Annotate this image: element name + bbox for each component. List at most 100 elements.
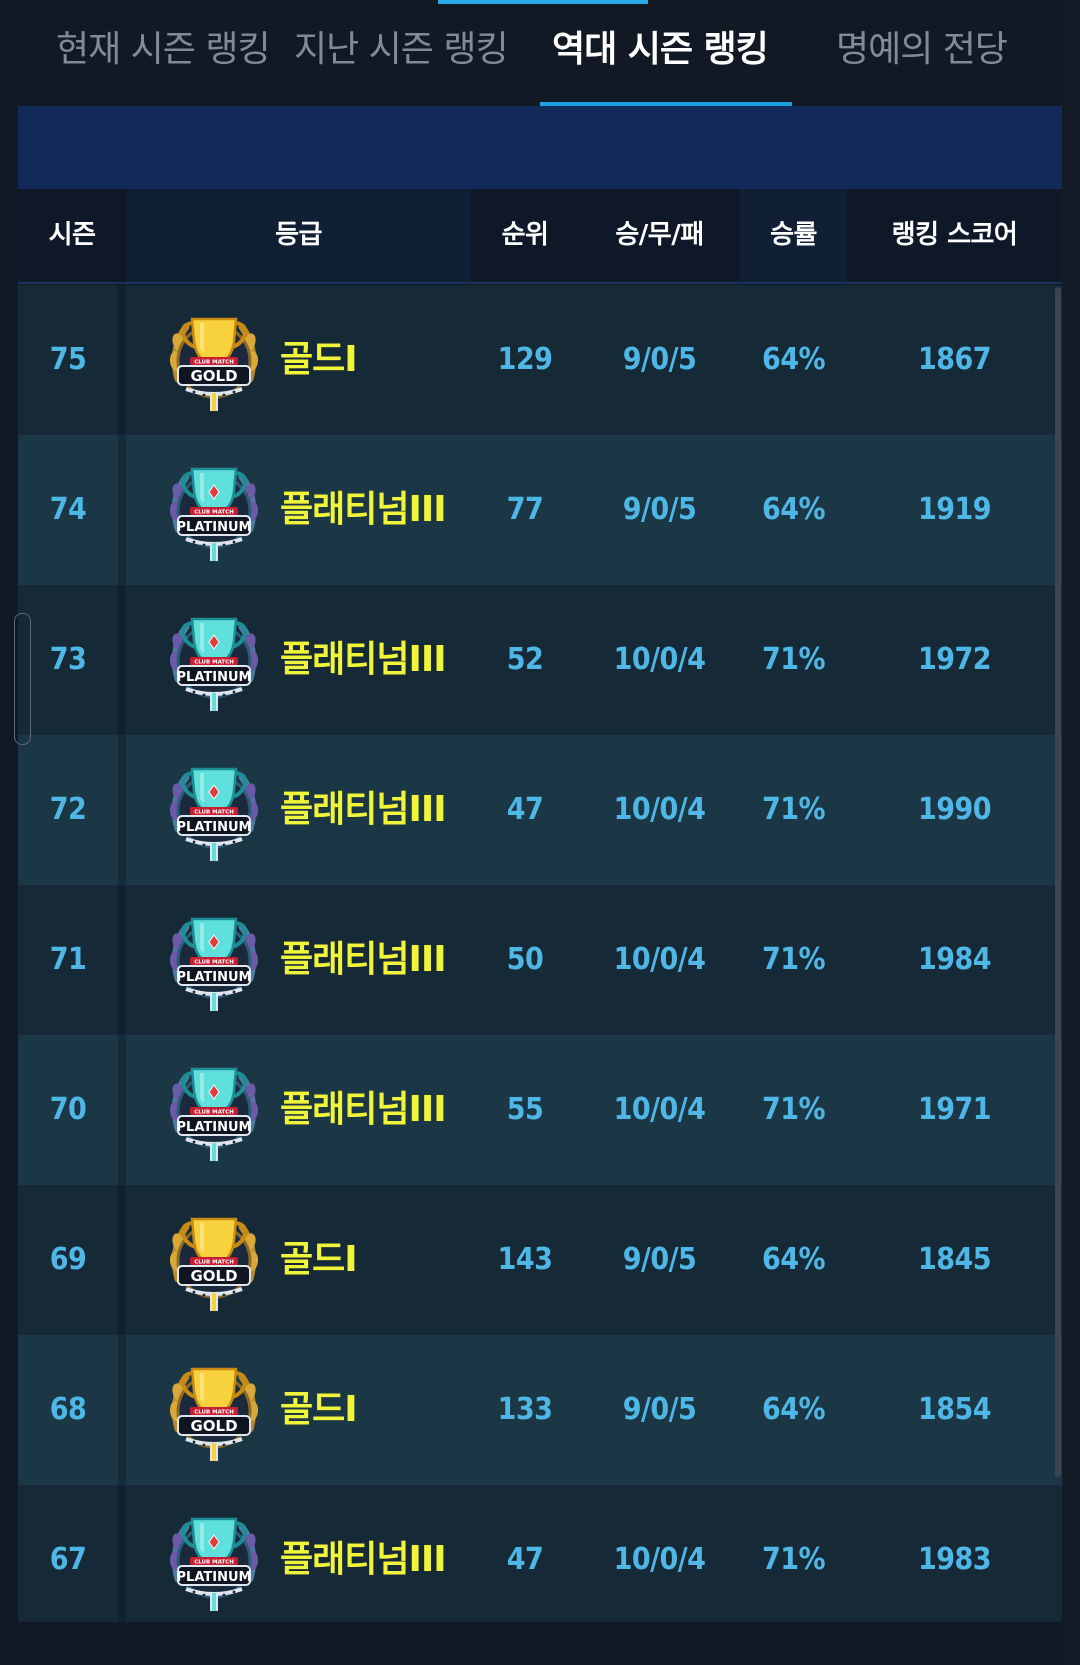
record-cell: 9/0/5 (622, 1392, 697, 1427)
badge-text: PLATINUM (177, 820, 252, 835)
badge-text: GOLD (190, 1267, 237, 1285)
header-season: 시즌 (48, 220, 96, 250)
record-cell: 10/0/4 (613, 942, 706, 977)
table-row: 67 CLUB MATCH PLATINUM 플래티넘III 47 10/0/4… (18, 1485, 1062, 1622)
badge-ribbon-text: CLUB MATCH (194, 660, 234, 666)
badge-ribbon-text: CLUB MATCH (194, 960, 234, 966)
platinum-badge-icon: CLUB MATCH PLATINUM (164, 1509, 264, 1613)
badge-text: PLATINUM (177, 520, 252, 535)
platinum-badge-icon: CLUB MATCH PLATINUM (164, 759, 264, 863)
grade-label: 플래티넘III (280, 1539, 447, 1580)
season-ranking-table: 시즌 등급 순위 승/무/패 승률 랭킹 스코어 75 CLUB MATCH G… (18, 189, 1062, 1622)
badge-ribbon-text: CLUB MATCH (194, 1410, 234, 1416)
score-cell: 1990 (917, 792, 992, 827)
badge-text: GOLD (190, 367, 237, 385)
table-header: 시즌 등급 순위 승/무/패 승률 랭킹 스코어 (18, 189, 1062, 284)
badge-ribbon-text: CLUB MATCH (194, 510, 234, 516)
season-cell: 74 (49, 492, 87, 527)
score-cell: 1972 (917, 642, 992, 677)
rank-cell: 77 (506, 492, 544, 527)
ranking-tabs: 현재 시즌 랭킹 지난 시즌 랭킹 역대 시즌 랭킹 명예의 전당 (0, 0, 1080, 108)
record-cell: 10/0/4 (613, 1092, 706, 1127)
score-cell: 1919 (917, 492, 992, 527)
table-row: 74 CLUB MATCH PLATINUM 플래티넘III 77 9/0/5 … (18, 435, 1062, 585)
badge-ribbon-text: CLUB MATCH (194, 1560, 234, 1566)
rank-cell: 47 (506, 792, 544, 827)
table-row: 71 CLUB MATCH PLATINUM 플래티넘III 50 10/0/4… (18, 885, 1062, 1035)
badge-ribbon-text: CLUB MATCH (194, 1260, 234, 1266)
header-banner (18, 106, 1062, 189)
score-cell: 1845 (917, 1242, 992, 1277)
table-row: 70 CLUB MATCH PLATINUM 플래티넘III 55 10/0/4… (18, 1035, 1062, 1185)
badge-ribbon-text: CLUB MATCH (194, 810, 234, 816)
rank-cell: 50 (506, 942, 544, 977)
season-cell: 67 (49, 1542, 87, 1577)
tab-all-seasons[interactable]: 역대 시즌 랭킹 (552, 20, 769, 80)
platinum-badge-icon: CLUB MATCH PLATINUM (164, 1059, 264, 1163)
table-body: 75 CLUB MATCH GOLD 골드I 129 9/0/5 64% 186… (18, 285, 1062, 1622)
season-cell: 69 (49, 1242, 87, 1277)
win-rate-cell: 64% (761, 1392, 826, 1427)
score-cell: 1983 (917, 1542, 992, 1577)
record-cell: 10/0/4 (613, 792, 706, 827)
season-cell: 71 (49, 942, 87, 977)
rank-cell: 133 (497, 1392, 553, 1427)
platinum-badge-icon: CLUB MATCH PLATINUM (164, 909, 264, 1013)
win-rate-cell: 64% (761, 342, 826, 377)
badge-text: GOLD (190, 1417, 237, 1435)
table-row: 75 CLUB MATCH GOLD 골드I 129 9/0/5 64% 186… (18, 285, 1062, 435)
platinum-badge-icon: CLUB MATCH PLATINUM (164, 609, 264, 713)
badge-ribbon-text: CLUB MATCH (194, 360, 234, 366)
season-cell: 70 (49, 1092, 87, 1127)
grade-label: 골드I (280, 339, 358, 380)
tab-hall-of-fame[interactable]: 명예의 전당 (836, 20, 1008, 80)
rank-cell: 143 (497, 1242, 553, 1277)
badge-text: PLATINUM (177, 1570, 252, 1585)
rank-cell: 52 (506, 642, 544, 677)
gold-badge-icon: CLUB MATCH GOLD (164, 1359, 264, 1463)
badge-text: PLATINUM (177, 1120, 252, 1135)
badge-text: PLATINUM (177, 670, 252, 685)
score-cell: 1984 (917, 942, 992, 977)
grade-label: 플래티넘III (280, 1089, 447, 1130)
grade-label: 골드I (280, 1239, 358, 1280)
score-cell: 1854 (917, 1392, 992, 1427)
tab-last-season[interactable]: 지난 시즌 랭킹 (294, 20, 509, 80)
table-row: 68 CLUB MATCH GOLD 골드I 133 9/0/5 64% 185… (18, 1335, 1062, 1485)
grade-label: 플래티넘III (280, 789, 447, 830)
win-rate-cell: 71% (761, 1092, 826, 1127)
gold-badge-icon: CLUB MATCH GOLD (164, 309, 264, 413)
header-record: 승/무/패 (615, 220, 704, 250)
record-cell: 9/0/5 (622, 1242, 697, 1277)
season-cell: 73 (49, 642, 87, 677)
rank-cell: 55 (506, 1092, 544, 1127)
season-cell: 68 (49, 1392, 87, 1427)
badge-text: PLATINUM (177, 970, 252, 985)
win-rate-cell: 71% (761, 792, 826, 827)
grade-label: 플래티넘III (280, 489, 447, 530)
season-cell: 75 (49, 342, 87, 377)
grade-label: 골드I (280, 1389, 358, 1430)
rank-cell: 47 (506, 1542, 544, 1577)
header-win-rate: 승률 (770, 220, 817, 250)
record-cell: 9/0/5 (622, 342, 697, 377)
record-cell: 9/0/5 (622, 492, 697, 527)
platinum-badge-icon: CLUB MATCH PLATINUM (164, 459, 264, 563)
side-drag-handle[interactable] (14, 613, 31, 745)
score-cell: 1971 (917, 1092, 992, 1127)
table-scrollbar[interactable] (1055, 287, 1061, 1477)
header-rank: 순위 (501, 220, 549, 250)
rank-cell: 129 (497, 342, 553, 377)
record-cell: 10/0/4 (613, 1542, 706, 1577)
header-score: 랭킹 스코어 (891, 220, 1018, 250)
tab-current-season[interactable]: 현재 시즌 랭킹 (56, 20, 271, 80)
win-rate-cell: 71% (761, 942, 826, 977)
win-rate-cell: 71% (761, 642, 826, 677)
header-grade: 등급 (275, 220, 322, 250)
win-rate-cell: 71% (761, 1542, 826, 1577)
table-row: 69 CLUB MATCH GOLD 골드I 143 9/0/5 64% 184… (18, 1185, 1062, 1335)
right-edge (1062, 0, 1080, 1665)
score-cell: 1867 (917, 342, 992, 377)
win-rate-cell: 64% (761, 492, 826, 527)
season-cell: 72 (49, 792, 87, 827)
